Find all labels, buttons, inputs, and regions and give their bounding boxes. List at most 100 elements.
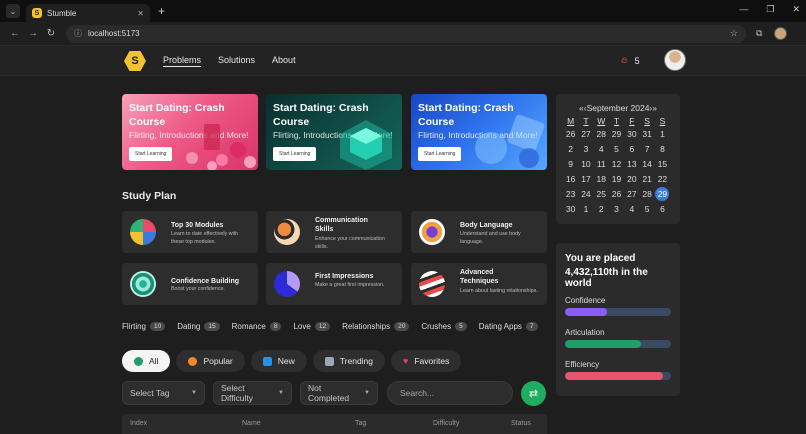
calendar-day[interactable]: 30 xyxy=(563,201,578,216)
calendar-day[interactable]: 12 xyxy=(609,156,624,171)
calendar-day[interactable]: 28 xyxy=(594,126,609,141)
select-tag-dropdown[interactable]: Select Tag ▼ xyxy=(122,381,205,405)
select-difficulty-dropdown[interactable]: Select Difficulty ▼ xyxy=(213,381,292,405)
calendar-day[interactable]: 13 xyxy=(624,156,639,171)
tab-search-icon[interactable]: ⌄ xyxy=(6,4,20,18)
tag-flirting[interactable]: Flirting 10 xyxy=(122,322,166,331)
browser-profile-avatar[interactable] xyxy=(774,27,788,40)
metric-bar xyxy=(565,308,671,316)
calendar-day[interactable]: 25 xyxy=(594,186,609,201)
calendar-day[interactable]: 6 xyxy=(655,201,670,216)
forward-icon[interactable]: → xyxy=(24,28,42,39)
study-card-advanced-techniques[interactable]: Advanced Techniques Learn about lasting … xyxy=(411,263,547,305)
back-icon[interactable]: ← xyxy=(6,28,24,39)
pill-all[interactable]: All xyxy=(122,350,171,372)
tag-relationships[interactable]: Relationships 20 xyxy=(342,322,410,331)
bookmark-star-icon[interactable]: ☆ xyxy=(730,28,738,39)
study-card-body-language[interactable]: Body Language Understand and use body la… xyxy=(411,211,547,253)
calendar-day[interactable]: 19 xyxy=(609,171,624,186)
start-learning-button[interactable]: Start Learning xyxy=(418,147,462,161)
url-input[interactable]: ⓘ localhost:5173 ☆ xyxy=(66,24,746,43)
column-difficulty[interactable]: Difficulty xyxy=(433,420,459,427)
calendar-day[interactable]: 1 xyxy=(655,126,670,141)
all-icon xyxy=(134,356,143,366)
calendar-month-nav[interactable]: «‹September 2024›» xyxy=(560,103,676,113)
start-learning-button[interactable]: Start Learning xyxy=(273,147,317,161)
nav-about[interactable]: About xyxy=(272,55,296,65)
column-tag[interactable]: Tag xyxy=(355,420,366,427)
calendar-day[interactable]: 26 xyxy=(609,186,624,201)
extensions-icon[interactable]: ⧉ xyxy=(756,28,762,39)
study-card-confidence-building[interactable]: Confidence Building Boost your confidenc… xyxy=(122,263,258,305)
column-status[interactable]: Status xyxy=(511,420,531,427)
calendar-day[interactable]: 7 xyxy=(639,141,654,156)
browser-tab[interactable]: S Stumble ✕ xyxy=(26,4,150,22)
tag-love[interactable]: Love 12 xyxy=(293,322,331,331)
select-status-dropdown[interactable]: Not Completed ▼ xyxy=(300,381,378,405)
calendar-day[interactable]: 29 xyxy=(655,186,670,201)
calendar-day[interactable]: 14 xyxy=(639,156,654,171)
study-card-top-30-modules[interactable]: Top 30 Modules Learn to date effectively… xyxy=(122,211,258,253)
tag-crushes[interactable]: Crushes 5 xyxy=(421,322,467,331)
study-card-first-impressions[interactable]: First Impressions Make a great first imp… xyxy=(266,263,402,305)
close-tab-icon[interactable]: ✕ xyxy=(137,9,144,18)
calendar-day[interactable]: 20 xyxy=(624,171,639,186)
start-learning-button[interactable]: Start Learning xyxy=(129,147,173,161)
search-input[interactable]: Search... xyxy=(387,381,513,405)
calendar-day[interactable]: 16 xyxy=(563,171,578,186)
close-window-icon[interactable]: ✕ xyxy=(792,4,800,15)
site-info-icon[interactable]: ⓘ xyxy=(74,28,82,39)
calendar-day[interactable]: 4 xyxy=(594,141,609,156)
calendar-day[interactable]: 18 xyxy=(594,171,609,186)
calendar-day[interactable]: 26 xyxy=(563,126,578,141)
minimize-icon[interactable]: — xyxy=(739,4,748,15)
calendar-day[interactable]: 27 xyxy=(578,126,593,141)
calendar-day[interactable]: 23 xyxy=(563,186,578,201)
calendar-day[interactable]: 10 xyxy=(578,156,593,171)
calendar-day[interactable]: 21 xyxy=(639,171,654,186)
calendar-day[interactable]: 30 xyxy=(624,126,639,141)
pill-favorites[interactable]: ♥ Favorites xyxy=(391,350,462,372)
calendar-day[interactable]: 24 xyxy=(578,186,593,201)
course-banner-2[interactable]: Start Dating: Crash Course Flirting, Int… xyxy=(266,94,402,170)
column-index[interactable]: Index xyxy=(130,420,147,427)
calendar-day[interactable]: 2 xyxy=(563,141,578,156)
course-banner-1[interactable]: Start Dating: Crash Course Flirting, Int… xyxy=(122,94,258,170)
calendar-day[interactable]: 9 xyxy=(563,156,578,171)
calendar-day[interactable]: 22 xyxy=(655,171,670,186)
course-banner-3[interactable]: Start Dating: Crash Course Flirting, Int… xyxy=(411,94,547,170)
stumble-logo-icon[interactable]: S xyxy=(124,51,146,71)
calendar-day[interactable]: 31 xyxy=(639,126,654,141)
calendar-day[interactable]: 1 xyxy=(578,201,593,216)
calendar-day[interactable]: 28 xyxy=(639,186,654,201)
pill-popular[interactable]: Popular xyxy=(176,350,245,372)
nav-solutions[interactable]: Solutions xyxy=(218,55,255,65)
calendar-day[interactable]: 3 xyxy=(609,201,624,216)
reload-icon[interactable]: ↻ xyxy=(42,28,60,39)
calendar-day[interactable]: 5 xyxy=(639,201,654,216)
study-card-communication-skills[interactable]: Communication Skills Enhance your commun… xyxy=(266,211,402,253)
calendar-day[interactable]: 8 xyxy=(655,141,670,156)
calendar-day[interactable]: 11 xyxy=(594,156,609,171)
calendar-day[interactable]: 6 xyxy=(624,141,639,156)
user-avatar[interactable] xyxy=(664,49,686,71)
shuffle-button[interactable]: ⇄ xyxy=(521,381,546,406)
calendar-day[interactable]: 17 xyxy=(578,171,593,186)
new-tab-icon[interactable]: + xyxy=(158,4,165,18)
calendar-day[interactable]: 5 xyxy=(609,141,624,156)
tag-romance[interactable]: Romance 8 xyxy=(232,322,282,331)
pill-trending[interactable]: Trending xyxy=(312,350,386,372)
calendar-day[interactable]: 4 xyxy=(624,201,639,216)
streak-counter[interactable]: 🔥︎ 5 xyxy=(621,55,640,66)
calendar-day[interactable]: 2 xyxy=(594,201,609,216)
tag-dating[interactable]: Dating 15 xyxy=(177,322,220,331)
calendar-day[interactable]: 15 xyxy=(655,156,670,171)
restore-icon[interactable]: ❐ xyxy=(766,4,774,15)
calendar-day[interactable]: 29 xyxy=(609,126,624,141)
nav-problems[interactable]: Problems xyxy=(163,55,201,65)
tag-dating-apps[interactable]: Dating Apps 7 xyxy=(479,322,538,331)
pill-new[interactable]: New xyxy=(250,350,307,372)
calendar-day[interactable]: 27 xyxy=(624,186,639,201)
calendar-day[interactable]: 3 xyxy=(578,141,593,156)
column-name[interactable]: Name xyxy=(242,420,261,427)
